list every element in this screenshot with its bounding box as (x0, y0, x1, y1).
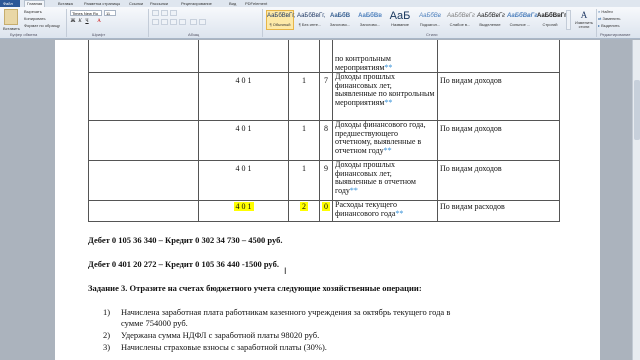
tab-file[interactable]: Файл (0, 0, 20, 7)
tab-review[interactable]: Рецензирование (181, 1, 212, 6)
find-icon: ⌕ (598, 9, 601, 14)
style-intense-emphasis[interactable]: АаБбВвГг Сильное ... (506, 10, 538, 30)
table-row: 4 0 1 1 9 Доходы прошлых финансовых лет,… (88, 160, 560, 201)
bullets-button[interactable] (152, 10, 159, 16)
select-button[interactable]: ▸ Выделить (598, 23, 620, 28)
tab-home[interactable]: Главная (24, 0, 46, 7)
paste-icon[interactable] (4, 9, 18, 25)
divider (262, 9, 263, 37)
entry-line-1: Дебет 0 105 36 340 – Кредит 0 302 34 730… (88, 235, 283, 245)
ribbon-tabs: Файл Главная Вставка Разметка страницы С… (0, 0, 640, 7)
group-label-editing: Редактирование (600, 32, 631, 37)
table-row: по контрольным мероприятиям** (88, 40, 560, 73)
scrollbar-thumb[interactable] (634, 80, 640, 140)
cut-button[interactable]: Вырезать (24, 9, 42, 14)
document-page[interactable]: по контрольным мероприятиям** 4 0 1 1 7 … (55, 40, 600, 360)
group-label-font: Шрифт (92, 32, 106, 37)
align-center-button[interactable] (161, 19, 168, 25)
format-painter-button[interactable]: Формат по образцу (24, 23, 60, 28)
underline-button[interactable]: Ч (84, 19, 90, 25)
table-row: 4 0 1 1 7 Доходы прошлых финансовых лет,… (88, 72, 560, 121)
divider (66, 9, 67, 37)
styles-scroll[interactable] (566, 10, 571, 30)
tab-insert[interactable]: Вставка (58, 1, 73, 6)
highlighted-code: 4 0 1 (233, 202, 254, 211)
style-heading-2[interactable]: АаБбВв Заголово... (356, 10, 384, 30)
divider (148, 9, 149, 37)
copy-button[interactable]: Копировать (24, 16, 46, 21)
find-button[interactable]: ⌕ Найти (598, 9, 613, 14)
group-label-clipboard: Буфер обмена (10, 32, 38, 37)
style-heading-1[interactable]: АаБбВ Заголово... (326, 10, 354, 30)
group-label-styles: Стили (426, 32, 438, 37)
paste-button[interactable]: Вставить (3, 26, 20, 31)
vertical-scrollbar[interactable] (632, 40, 640, 360)
tab-references[interactable]: Ссылки (129, 1, 143, 6)
tab-page-layout[interactable]: Разметка страницы (84, 1, 120, 6)
font-size-box[interactable]: 11 (104, 10, 116, 16)
text-cursor-icon: I (284, 266, 287, 276)
style-subtitle[interactable]: АаБбВв Подзагол... (416, 10, 444, 30)
table-row: 4 0 1 2 0 Расходы текущего финансового г… (88, 200, 560, 222)
replace-button[interactable]: ⇄ Заменить (598, 16, 620, 21)
style-emphasis[interactable]: АаБбВвГг Выделение (476, 10, 505, 30)
highlighted-value: 2 (300, 202, 308, 211)
ribbon: Вставить Вырезать Копировать Формат по о… (0, 7, 640, 39)
select-icon: ▸ (598, 23, 601, 28)
highlighted-value: 0 (322, 202, 330, 211)
italic-button[interactable]: К (77, 19, 83, 25)
accounts-table: по контрольным мероприятиям** 4 0 1 1 7 … (88, 40, 560, 222)
replace-icon: ⇄ (598, 16, 602, 21)
change-styles-button[interactable]: A Изменить стили (574, 10, 594, 30)
align-right-button[interactable] (170, 19, 177, 25)
style-strong[interactable]: АаБбВвГг Строгий (536, 10, 567, 30)
justify-button[interactable] (179, 19, 186, 25)
tab-mailings[interactable]: Рассылки (150, 1, 168, 6)
font-name-box[interactable]: Times New Ro (70, 10, 102, 16)
multilevel-list-button[interactable] (170, 10, 177, 16)
shading-button[interactable] (199, 19, 206, 25)
tab-pdfelement[interactable]: PDFelement (245, 1, 267, 6)
table-row: 4 0 1 1 8 Доходы финансового года, предш… (88, 120, 560, 161)
style-normal[interactable]: АаБбВвГг, ¶ Обычный (266, 10, 295, 30)
font-color-button[interactable]: A (96, 19, 102, 25)
task-heading: Задание 3. Отразите на счетах бюджетного… (88, 283, 422, 293)
style-subtle-emphasis[interactable]: АаБбВвГг Слабое в... (446, 10, 475, 30)
divider (596, 9, 597, 37)
line-spacing-button[interactable] (190, 19, 197, 25)
tab-view[interactable]: Вид (229, 1, 236, 6)
bold-button[interactable]: Ж (70, 19, 76, 25)
numbering-button[interactable] (161, 10, 168, 16)
style-title[interactable]: АаБ Название (386, 10, 414, 30)
entry-line-2: Дебет 0 401 20 272 – Кредит 0 105 36 440… (88, 259, 279, 269)
group-label-paragraph: Абзац (188, 32, 200, 37)
align-left-button[interactable] (152, 19, 159, 25)
style-no-spacing[interactable]: АаБбВвГг, ¶ Без инте... (296, 10, 325, 30)
